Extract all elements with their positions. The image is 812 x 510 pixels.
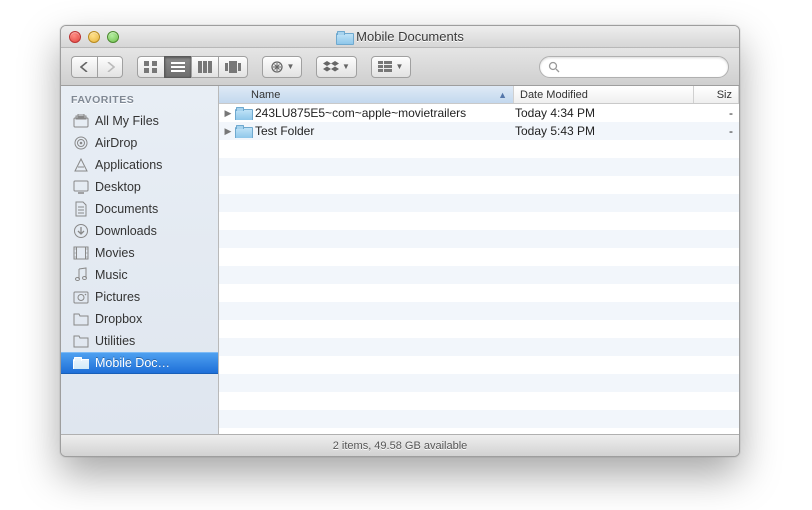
finder-window: Mobile Documents	[60, 25, 740, 457]
file-name: 243LU875E5~com~apple~movietrailers	[255, 106, 466, 120]
action-group: ▼	[262, 56, 302, 78]
status-bar: 2 items, 49.58 GB available	[61, 434, 739, 456]
sidebar-item-label: Movies	[95, 246, 135, 260]
zoom-button[interactable]	[107, 31, 119, 43]
sidebar-item-desktop[interactable]: Desktop	[61, 176, 218, 198]
folder-icon	[336, 31, 352, 43]
sidebar-item-label: Utilities	[95, 334, 135, 348]
file-date-modified: Today 5:43 PM	[509, 124, 689, 138]
file-size: -	[689, 106, 739, 120]
arrange-button[interactable]: ▼	[371, 56, 411, 78]
back-button[interactable]	[71, 56, 97, 78]
sidebar-item-downloads[interactable]: Downloads	[61, 220, 218, 242]
sidebar-item-label: Documents	[95, 202, 158, 216]
sidebar-item-music[interactable]: Music	[61, 264, 218, 286]
folder-icon	[235, 125, 251, 137]
search-input[interactable]	[564, 60, 720, 74]
file-row[interactable]: ▶ 243LU875E5~com~apple~movietrailers Tod…	[219, 104, 739, 122]
minimize-button[interactable]	[88, 31, 100, 43]
file-date-modified: Today 4:34 PM	[509, 106, 689, 120]
disclosure-triangle-icon[interactable]: ▶	[219, 108, 233, 119]
file-size: -	[689, 124, 739, 138]
coverflow-view-button[interactable]	[218, 56, 248, 78]
sidebar-item-label: Downloads	[95, 224, 157, 238]
status-text: 2 items, 49.58 GB available	[333, 440, 468, 452]
arrange-group: ▼	[371, 56, 411, 78]
sidebar-item-all-my-files[interactable]: All My Files	[61, 110, 218, 132]
search-field[interactable]	[539, 56, 729, 78]
sidebar-item-label: Applications	[95, 158, 162, 172]
title-bar[interactable]: Mobile Documents	[61, 26, 739, 48]
sidebar-item-label: Music	[95, 268, 128, 282]
close-button[interactable]	[69, 31, 81, 43]
column-size[interactable]: Siz	[694, 86, 739, 103]
file-list[interactable]: ▶ 243LU875E5~com~apple~movietrailers Tod…	[219, 104, 739, 434]
action-menu-button[interactable]: ▼	[262, 56, 302, 78]
icon-view-button[interactable]	[137, 56, 164, 78]
movies-icon	[73, 245, 89, 261]
column-headers: Name ▲ Date Modified Siz	[219, 86, 739, 104]
folder-icon	[235, 107, 251, 119]
window-title-text: Mobile Documents	[356, 29, 464, 44]
sidebar-item-documents[interactable]: Documents	[61, 198, 218, 220]
sidebar-item-movies[interactable]: Movies	[61, 242, 218, 264]
column-name[interactable]: Name ▲	[219, 86, 514, 103]
applications-icon	[73, 157, 89, 173]
sidebar-item-applications[interactable]: Applications	[61, 154, 218, 176]
folder-icon	[73, 333, 89, 349]
sidebar-item-label: Desktop	[95, 180, 141, 194]
sidebar-item-label: Mobile Doc…	[95, 356, 170, 370]
pictures-icon	[73, 289, 89, 305]
window-title: Mobile Documents	[61, 29, 739, 44]
nav-group	[71, 56, 123, 78]
traffic-lights	[69, 31, 119, 43]
file-name: Test Folder	[255, 124, 314, 138]
sidebar-item-mobile-documents[interactable]: Mobile Doc…	[61, 352, 218, 374]
toolbar: ▼ ▼ ▼	[61, 48, 739, 86]
all-my-files-icon	[73, 113, 89, 129]
sidebar-item-label: Pictures	[95, 290, 140, 304]
column-date-modified[interactable]: Date Modified	[514, 86, 694, 103]
sidebar-item-label: All My Files	[95, 114, 159, 128]
sidebar-item-label: AirDrop	[95, 136, 137, 150]
search-icon	[548, 61, 560, 73]
column-view-button[interactable]	[191, 56, 218, 78]
sidebar-header: FAVORITES	[61, 90, 218, 110]
sidebar-item-utilities[interactable]: Utilities	[61, 330, 218, 352]
list-view-button[interactable]	[164, 56, 191, 78]
sidebar-item-airdrop[interactable]: AirDrop	[61, 132, 218, 154]
file-row[interactable]: ▶ Test Folder Today 5:43 PM -	[219, 122, 739, 140]
documents-icon	[73, 201, 89, 217]
music-icon	[73, 267, 89, 283]
airdrop-icon	[73, 135, 89, 151]
disclosure-triangle-icon[interactable]: ▶	[219, 126, 233, 137]
view-group	[137, 56, 248, 78]
sort-indicator-icon: ▲	[498, 90, 507, 100]
folder-icon	[73, 311, 89, 327]
desktop-icon	[73, 179, 89, 195]
sidebar: FAVORITES All My Files AirDrop Applicati…	[61, 86, 219, 434]
dropbox-group: ▼	[316, 56, 357, 78]
dropbox-button[interactable]: ▼	[316, 56, 357, 78]
downloads-icon	[73, 223, 89, 239]
sidebar-item-label: Dropbox	[95, 312, 142, 326]
sidebar-item-pictures[interactable]: Pictures	[61, 286, 218, 308]
main-pane: Name ▲ Date Modified Siz ▶ 243LU875E5~co…	[219, 86, 739, 434]
sidebar-item-dropbox[interactable]: Dropbox	[61, 308, 218, 330]
forward-button[interactable]	[97, 56, 123, 78]
folder-icon	[73, 355, 89, 371]
